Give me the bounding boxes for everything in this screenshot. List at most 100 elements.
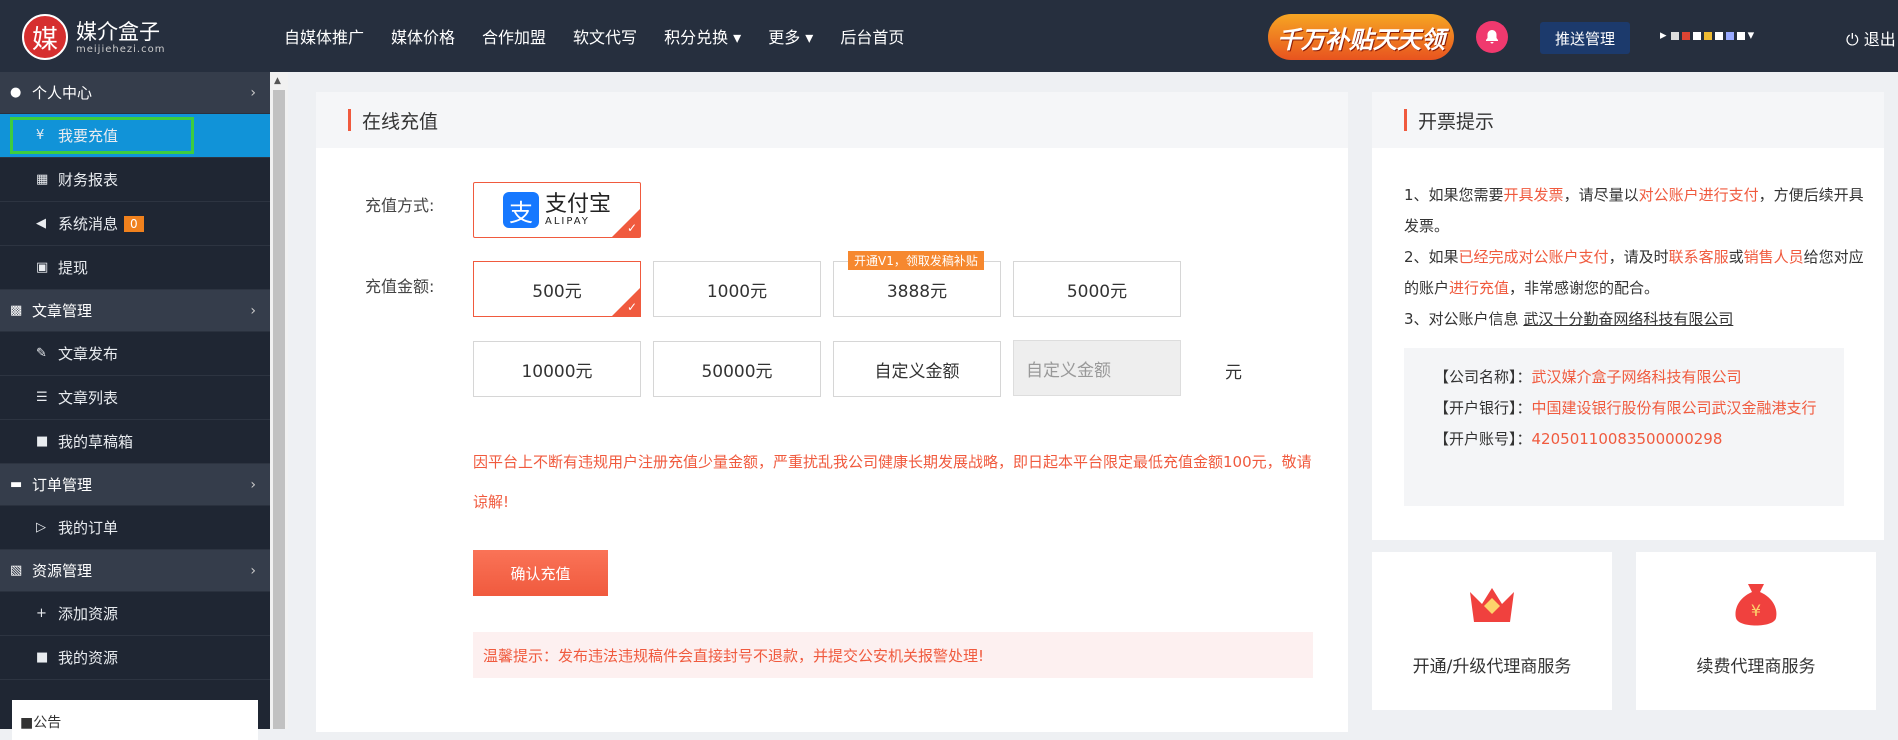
money-bag-icon: ¥ bbox=[1730, 582, 1782, 630]
amount-option-3888[interactable]: 开通V1，领取发稿补贴 3888元 bbox=[833, 251, 1001, 317]
sidebar-item-label: 提现 bbox=[58, 259, 89, 277]
money-icon: ▣ bbox=[36, 260, 49, 275]
highlight-text: 进行充值 bbox=[1449, 279, 1510, 297]
sidebar-group-label: 资源管理 bbox=[32, 562, 93, 580]
bank-info-box: 【公司名称】：武汉媒介盒子网络科技有限公司 【开户银行】：中国建设银行股份有限公… bbox=[1404, 348, 1844, 506]
company-value: 武汉媒介盒子网络科技有限公司 bbox=[1531, 368, 1742, 386]
sidebar-item-system-messages[interactable]: ◀ 系统消息 0 bbox=[0, 202, 270, 246]
violation-tip: 温馨提示：发布违法违规稿件会直接封号不退款，并提交公安机关报警处理! bbox=[473, 632, 1313, 678]
amount-option-1000[interactable]: 1000元 bbox=[653, 261, 821, 317]
user-icon: ● bbox=[10, 85, 22, 100]
text: 或 bbox=[1728, 248, 1744, 266]
sidebar-item-financial-report[interactable]: ▦ 财务报表 bbox=[0, 158, 270, 202]
sidebar-item-label: 文章发布 bbox=[58, 345, 119, 363]
amount-option-50000[interactable]: 50000元 bbox=[653, 341, 821, 397]
selection-highlight bbox=[10, 117, 194, 154]
file-icon: ▧ bbox=[10, 563, 23, 578]
alipay-icon: 支 bbox=[502, 192, 539, 228]
edit-icon: ✎ bbox=[36, 346, 47, 361]
nav-media-promotion[interactable]: 自媒体推广 bbox=[284, 24, 364, 48]
sidebar-group-personal-center[interactable]: ● 个人中心 › bbox=[0, 72, 270, 114]
alipay-name-en: ALIPAY bbox=[544, 215, 590, 227]
chevron-right-icon: › bbox=[250, 84, 256, 101]
svg-text:¥: ¥ bbox=[1751, 601, 1761, 620]
amount-label: 充值金额: bbox=[365, 277, 435, 296]
contact-support-link[interactable]: 联系客服 bbox=[1669, 248, 1729, 266]
upgrade-agent-service-card[interactable]: 开通/升级代理商服务 bbox=[1372, 552, 1612, 710]
amount-option-custom[interactable]: 自定义金额 bbox=[833, 341, 1001, 397]
plus-icon: + bbox=[36, 606, 47, 621]
text: 1、如果您需要 bbox=[1404, 186, 1504, 204]
logo-title: 媒介盒子 bbox=[76, 19, 160, 44]
sidebar-item-my-resources[interactable]: ■ 我的资源 bbox=[0, 636, 270, 680]
contact-sales-link[interactable]: 销售人员 bbox=[1744, 248, 1804, 266]
video-icon: ■ bbox=[36, 650, 49, 665]
custom-amount-input[interactable]: 自定义金额 bbox=[1013, 340, 1181, 396]
cart-icon: ▷ bbox=[36, 520, 46, 535]
main-nav: 自媒体推广 媒体价格 合作加盟 软文代写 积分兑换 ▾ 更多 ▾ 后台首页 bbox=[284, 0, 931, 72]
chevron-right-icon: › bbox=[250, 302, 256, 319]
message-count-badge: 0 bbox=[124, 215, 144, 232]
sidebar: ● 个人中心 › ¥ 我要充值 ▦ 财务报表 ◀ 系统消息 0 ▣ 提现 ▩ 文… bbox=[0, 72, 270, 740]
renew-agent-service-card[interactable]: ¥ 续费代理商服务 bbox=[1636, 552, 1876, 710]
sidebar-item-label: 我的订单 bbox=[58, 519, 119, 537]
sidebar-item-my-orders[interactable]: ▷ 我的订单 bbox=[0, 506, 270, 550]
sidebar-group-resource-management[interactable]: ▧ 资源管理 › bbox=[0, 550, 270, 592]
sidebar-item-drafts[interactable]: ■ 我的草稿箱 bbox=[0, 420, 270, 464]
amount-option-500[interactable]: 500元 ✓ bbox=[473, 261, 641, 317]
crown-icon bbox=[1466, 582, 1518, 630]
text: ，请及时 bbox=[1608, 248, 1669, 266]
payment-method-label: 充值方式: bbox=[365, 196, 435, 215]
logout-button[interactable]: ⏻ 退出 bbox=[1846, 26, 1896, 50]
highlight-text: 对公账户进行支付 bbox=[1638, 186, 1759, 204]
table-icon: ▦ bbox=[36, 172, 49, 187]
highlight-text: 已经完成对公账户支付 bbox=[1458, 248, 1609, 266]
sidebar-item-publish-article[interactable]: ✎ 文章发布 bbox=[0, 332, 270, 376]
alipay-name: 支付宝 bbox=[544, 191, 611, 217]
nav-more[interactable]: 更多 ▾ bbox=[768, 24, 813, 48]
site-logo[interactable]: 媒 媒介盒子 meijiehezi.com bbox=[22, 14, 165, 60]
amount-value: 5000元 bbox=[1066, 281, 1128, 302]
card-header: 在线充值 bbox=[316, 92, 1348, 148]
push-management-button[interactable]: 推送管理 bbox=[1540, 22, 1630, 54]
logo-icon: 媒 bbox=[22, 14, 68, 60]
sidebar-group-label: 文章管理 bbox=[32, 302, 93, 320]
scrollbar-thumb[interactable] bbox=[273, 90, 285, 729]
sidebar-item-article-list[interactable]: ☰ 文章列表 bbox=[0, 376, 270, 420]
nav-media-price[interactable]: 媒体价格 bbox=[391, 24, 455, 48]
account-value: 42050110083500000298 bbox=[1531, 430, 1723, 448]
sidebar-group-article-management[interactable]: ▩ 文章管理 › bbox=[0, 290, 270, 332]
text: 3、对公账户信息 bbox=[1404, 310, 1524, 328]
scroll-up-icon[interactable]: ▲ bbox=[274, 76, 281, 86]
service-label: 开通/升级代理商服务 bbox=[1412, 657, 1572, 677]
corporate-account-name: 武汉十分勤奋网络科技有限公司 bbox=[1523, 310, 1734, 328]
bank-value: 中国建设银行股份有限公司武汉金融港支行 bbox=[1531, 399, 1817, 417]
alipay-option[interactable]: 支 支付宝 ALIPAY ✓ bbox=[473, 182, 641, 238]
subsidy-promo-banner[interactable]: 千万补贴天天领 bbox=[1268, 14, 1454, 60]
nav-points-exchange[interactable]: 积分兑换 ▾ bbox=[664, 24, 741, 48]
check-icon: ✓ bbox=[626, 300, 637, 314]
page-scrollbar[interactable]: ▲ bbox=[270, 72, 288, 729]
sidebar-group-label: 订单管理 bbox=[32, 476, 93, 494]
sidebar-item-label: 添加资源 bbox=[58, 605, 119, 623]
card-title: 开票提示 bbox=[1418, 110, 1495, 133]
card-header: 开票提示 bbox=[1372, 92, 1884, 148]
amount-option-5000[interactable]: 5000元 bbox=[1013, 261, 1181, 317]
nav-partnership[interactable]: 合作加盟 bbox=[482, 24, 546, 48]
confirm-recharge-button[interactable]: 确认充值 bbox=[473, 550, 608, 596]
sidebar-group-order-management[interactable]: ▬ 订单管理 › bbox=[0, 464, 270, 506]
minimum-amount-warning: 因平台上不断有违规用户注册充值少量金额，严重扰乱我公司健康长期发展战略，即日起本… bbox=[473, 453, 1312, 511]
sidebar-item-withdraw[interactable]: ▣ 提现 bbox=[0, 246, 270, 290]
bank-label: 【开户银行】： bbox=[1434, 399, 1532, 417]
user-menu[interactable]: ▸ ▾ bbox=[1660, 28, 1754, 43]
sidebar-item-label: 财务报表 bbox=[58, 171, 119, 189]
nav-copywriting[interactable]: 软文代写 bbox=[573, 24, 637, 48]
sidebar-item-recharge[interactable]: ¥ 我要充值 bbox=[0, 114, 270, 158]
chevron-down-icon: ▾ bbox=[1747, 28, 1755, 43]
nav-dashboard-home[interactable]: 后台首页 bbox=[840, 24, 904, 48]
amount-option-10000[interactable]: 10000元 bbox=[473, 341, 641, 397]
sidebar-item-label: 文章列表 bbox=[58, 389, 119, 407]
invoice-notice-card: 开票提示 1、如果您需要开具发票，请尽量以对公账户进行支付，方便后续开具发票。 … bbox=[1372, 92, 1884, 540]
bell-icon[interactable] bbox=[1476, 21, 1508, 53]
sidebar-item-add-resource[interactable]: + 添加资源 bbox=[0, 592, 270, 636]
